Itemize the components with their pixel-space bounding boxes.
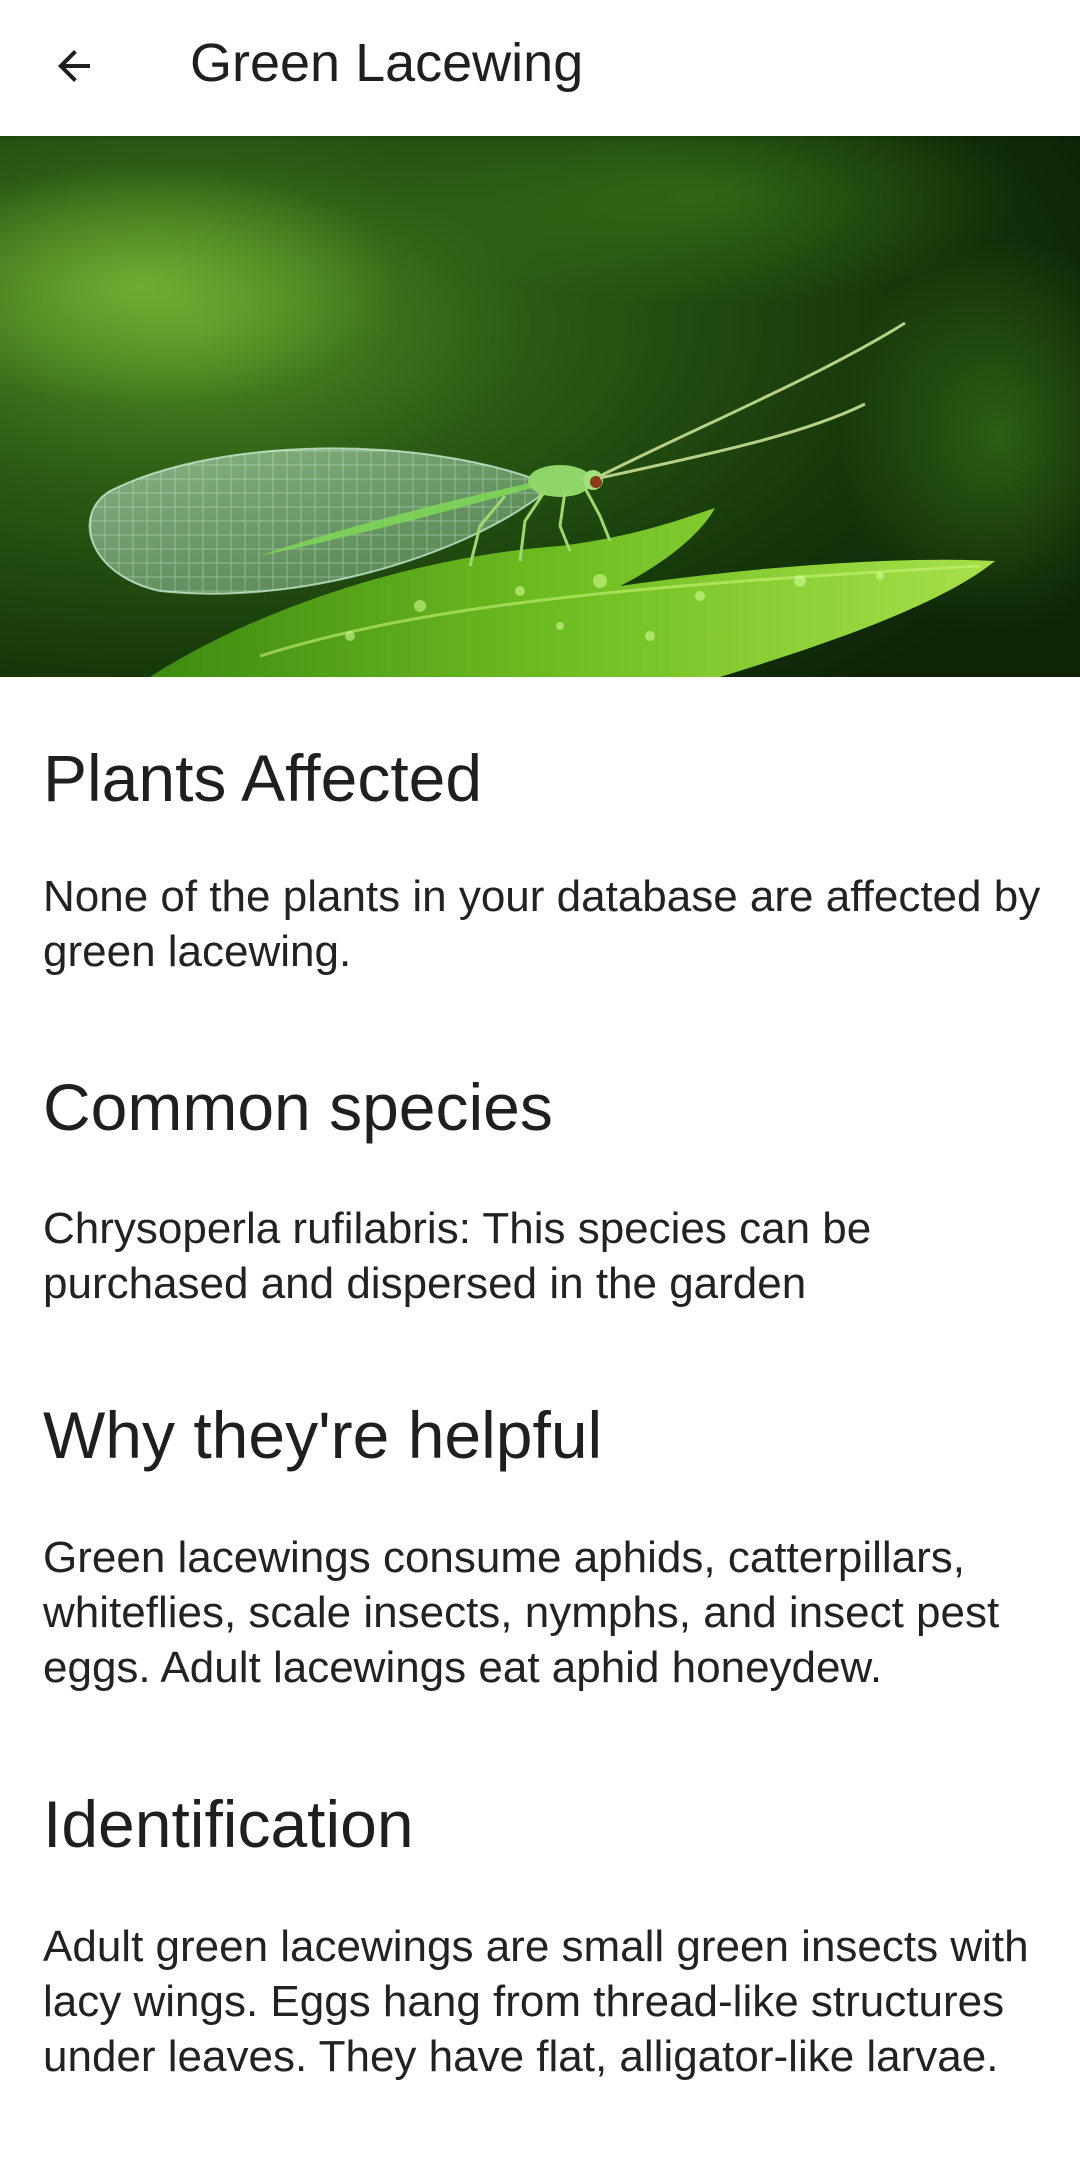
content: Plants Affected None of the plants in yo… [43, 677, 1043, 2084]
app-bar: Green Lacewing [0, 0, 1080, 136]
back-button[interactable] [30, 22, 118, 110]
section-heading: Identification [43, 1787, 414, 1861]
section-heading: Common species [43, 1070, 553, 1144]
section-body: Chrysoperla rufilabris: This species can… [43, 1204, 872, 1308]
hero-image [0, 136, 1080, 677]
section-why-helpful: Why they're helpful Green lacewings cons… [43, 1397, 1043, 1695]
section-common-species: Common species Chrysoperla rufilabris: T… [43, 1069, 1043, 1311]
arrow-back-icon [58, 50, 90, 82]
section-body: Green lacewings consume aphids, catterpi… [43, 1533, 1000, 1692]
section-plants-affected: Plants Affected None of the plants in yo… [43, 740, 1043, 979]
section-heading: Why they're helpful [43, 1398, 603, 1472]
section-identification: Identification Adult green lacewings are… [43, 1786, 1043, 2084]
section-body: None of the plants in your database are … [43, 872, 1041, 976]
section-body: Adult green lacewings are small green in… [43, 1922, 1029, 2081]
section-heading: Plants Affected [43, 741, 483, 815]
page-title: Green Lacewing [190, 33, 584, 93]
